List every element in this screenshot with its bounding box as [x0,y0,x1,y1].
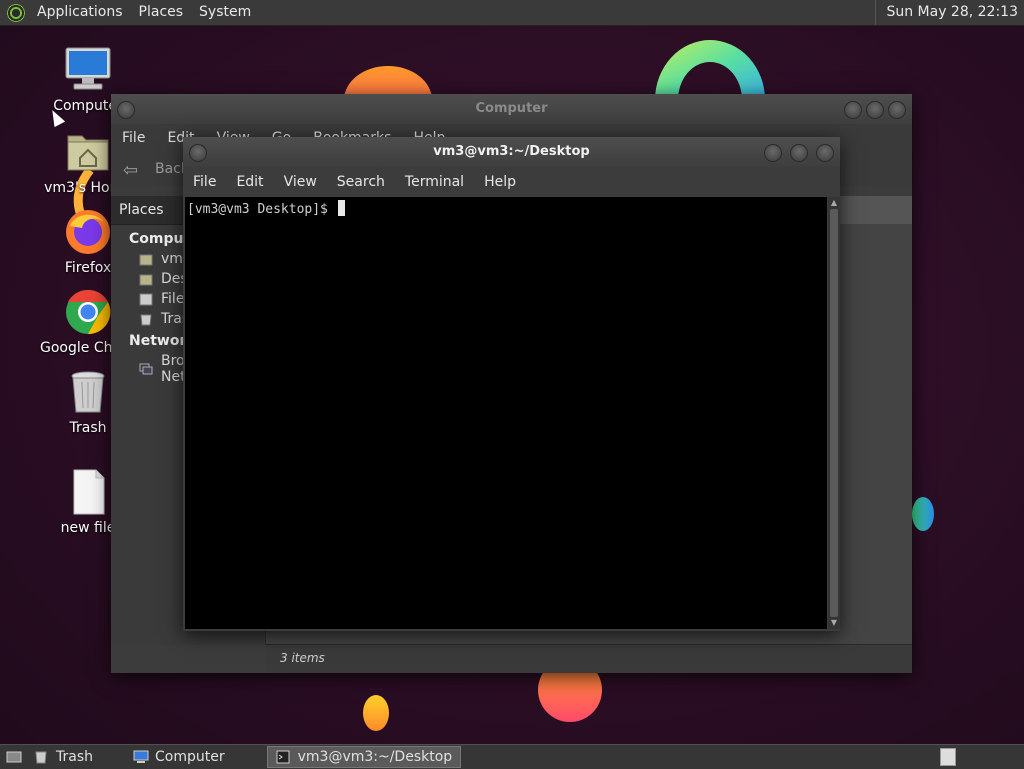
bottom-panel: Trash Computer vm3@vm3:~/Desktop [0,744,1024,769]
taskbar-item-label: Computer [155,749,225,765]
terminal-menubar: File Edit View Search Terminal Help [183,167,840,197]
desktop-folder-icon [139,272,153,286]
terminal-titlebar[interactable]: vm3@vm3:~/Desktop [183,137,840,167]
shell-prompt: [vm3@vm3 Desktop]$ [187,200,345,217]
menu-file[interactable]: File [111,130,156,146]
applications-menu[interactable]: Applications [29,0,131,25]
taskbar-item-label: vm3@vm3:~/Desktop [297,749,453,765]
menu-file[interactable]: File [183,174,226,190]
home-folder-icon [139,252,153,266]
home-folder-icon [64,128,112,176]
close-button[interactable] [888,101,906,119]
terminal-window[interactable]: vm3@vm3:~/Desktop File Edit View Search … [183,137,840,631]
file-manager-titlebar[interactable]: Computer [111,94,912,124]
taskbar-item-terminal[interactable]: vm3@vm3:~/Desktop [266,746,462,768]
menu-terminal[interactable]: Terminal [395,174,474,190]
trash-icon [34,750,48,764]
system-menu[interactable]: System [191,0,259,25]
terminal-output[interactable]: [vm3@vm3 Desktop]$ [185,197,827,629]
scroll-down-icon[interactable]: ▼ [828,618,840,628]
terminal-icon [276,750,290,764]
maximize-button[interactable] [866,101,884,119]
menu-view[interactable]: View [274,174,327,190]
status-bar: 3 items [266,644,912,673]
trash-icon [139,312,153,326]
top-panel: Applications Places System Sun May 28, 2… [0,0,1024,26]
network-icon [139,362,153,376]
terminal-scrollbar[interactable]: ▲ ▼ [828,197,840,629]
text-cursor [337,200,345,216]
taskbar-item-label: Trash [56,749,93,765]
prompt-text: [vm3@vm3 Desktop]$ [187,202,336,217]
minimize-button[interactable] [764,144,782,162]
computer-icon [64,46,112,94]
drive-icon [139,292,153,306]
computer-icon [133,750,149,764]
mate-logo-icon[interactable] [7,3,25,22]
window-title: Computer [475,101,548,116]
menu-edit[interactable]: Edit [226,174,273,190]
firefox-icon [64,208,112,256]
scrollbar-thumb[interactable] [830,209,838,617]
workspace-switcher[interactable] [940,748,956,766]
chrome-icon [64,288,112,336]
status-text: 3 items [280,651,325,665]
menu-help[interactable]: Help [474,174,526,190]
menu-search[interactable]: Search [327,174,395,190]
window-title: vm3@vm3:~/Desktop [433,144,590,159]
back-arrow-icon[interactable]: ⇦ [123,160,138,181]
maximize-button[interactable] [790,144,808,162]
close-button[interactable] [816,144,834,162]
scroll-up-icon[interactable]: ▲ [828,198,840,208]
show-desktop-button[interactable] [0,746,26,768]
taskbar-item-trash[interactable]: Trash [26,746,101,768]
minimize-button[interactable] [844,101,862,119]
show-desktop-icon [6,750,22,764]
trash-icon [64,368,112,416]
clock[interactable]: Sun May 28, 22:13 [875,0,1024,25]
top-menu: Applications Places System [0,0,259,25]
places-menu[interactable]: Places [131,0,192,25]
taskbar-item-computer[interactable]: Computer [125,746,233,768]
file-icon [64,468,112,516]
